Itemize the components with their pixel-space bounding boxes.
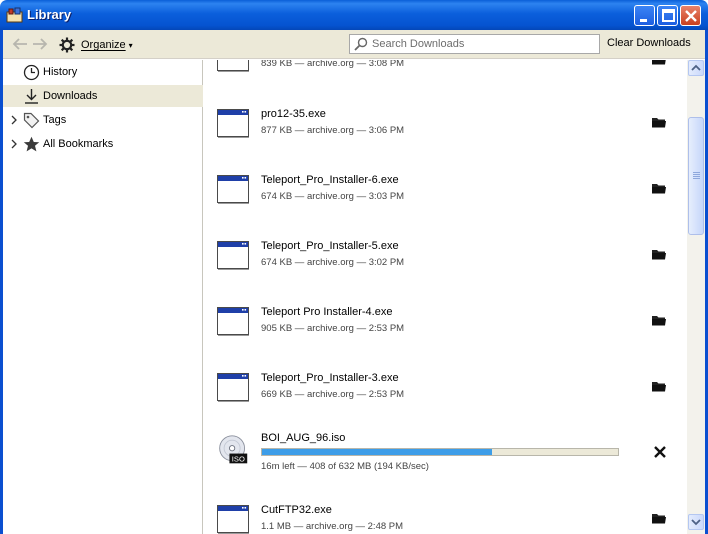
executable-file-icon xyxy=(217,307,249,336)
download-status: 16m left — 408 of 632 MB (194 KB/sec) xyxy=(261,461,429,472)
download-status: 669 KB — archive.org — 2:53 PM xyxy=(261,389,405,400)
search-icon xyxy=(354,37,368,51)
scrollbar-thumb[interactable] xyxy=(688,117,704,235)
sidebar-item-label: Tags xyxy=(43,114,67,126)
title-bar: Library xyxy=(0,0,708,30)
download-arrow-icon xyxy=(25,89,38,104)
forward-arrow-icon[interactable] xyxy=(31,36,49,52)
download-filename: Teleport_Pro_Installer-5.exe xyxy=(261,240,399,252)
sidebar-item-history[interactable]: History xyxy=(3,61,203,83)
expand-chevron-icon[interactable] xyxy=(10,138,18,150)
list-item[interactable]: pro12-35.exe 877 KB — archive.org — 3:06… xyxy=(204,92,687,158)
download-filename: Teleport_Pro_Installer-6.exe xyxy=(261,174,399,186)
executable-file-icon xyxy=(217,175,249,204)
download-filename: BOI_AUG_96.iso xyxy=(261,432,346,444)
download-status: 674 KB — archive.org — 3:03 PM xyxy=(261,191,405,202)
list-item[interactable]: Teleport_Pro_Installer-3.exe 669 KB — ar… xyxy=(204,356,687,422)
list-item[interactable]: Teleport_Pro_Installer-6.exe 674 KB — ar… xyxy=(204,158,687,224)
scroll-down-button[interactable] xyxy=(688,514,704,530)
clear-downloads-button[interactable]: Clear Downloads xyxy=(607,37,691,49)
organize-menu-button[interactable]: Organize ▾ xyxy=(59,35,133,55)
sidebar-item-tags[interactable]: Tags xyxy=(3,109,203,131)
download-filename: Teleport_Pro_Installer-3.exe xyxy=(261,372,399,384)
minimize-button[interactable] xyxy=(634,5,655,26)
open-folder-icon[interactable] xyxy=(651,115,667,129)
maximize-icon xyxy=(662,9,675,22)
download-filename: pro12-35.exe xyxy=(261,108,326,120)
iso-badge-label: ISO xyxy=(232,455,245,464)
open-folder-icon[interactable] xyxy=(651,313,667,327)
organize-label: Organize xyxy=(81,39,126,51)
open-folder-icon[interactable] xyxy=(651,247,667,261)
sidebar-item-label: History xyxy=(43,66,78,78)
chevron-up-icon xyxy=(691,64,701,71)
close-window-button[interactable] xyxy=(680,5,701,26)
scroll-up-button[interactable] xyxy=(688,60,704,76)
downloads-list: 839 KB — archive.org — 3:08 PM pro12-35.… xyxy=(204,60,687,534)
library-app-icon xyxy=(6,7,23,23)
download-filename: Teleport Pro Installer-4.exe xyxy=(261,306,393,318)
chevron-down-icon xyxy=(691,519,701,526)
minimize-icon xyxy=(640,19,647,22)
gear-icon xyxy=(59,37,75,53)
sidebar-item-label: Downloads xyxy=(43,90,98,102)
download-status: 839 KB — archive.org — 3:08 PM xyxy=(261,60,405,69)
search-box[interactable] xyxy=(349,34,600,54)
executable-file-icon xyxy=(217,373,249,402)
tag-icon xyxy=(23,112,40,129)
download-status: 1.1 MB — archive.org — 2:48 PM xyxy=(261,521,404,532)
list-item[interactable]: CutFTP32.exe 1.1 MB — archive.org — 2:48… xyxy=(204,488,687,534)
sidebar-item-label: All Bookmarks xyxy=(43,138,114,150)
star-icon xyxy=(23,136,40,152)
executable-file-icon xyxy=(217,241,249,270)
progress-fill xyxy=(262,449,492,455)
download-status: 674 KB — archive.org — 3:02 PM xyxy=(261,257,405,268)
list-item[interactable]: Teleport_Pro_Installer-5.exe 674 KB — ar… xyxy=(204,224,687,290)
executable-file-icon xyxy=(217,60,249,72)
executable-file-icon xyxy=(217,505,249,534)
list-item[interactable]: Teleport Pro Installer-4.exe 905 KB — ar… xyxy=(204,290,687,356)
list-item-active-download[interactable]: ISO BOI_AUG_96.iso 16m left — 408 of 632… xyxy=(204,422,687,488)
maximize-button[interactable] xyxy=(657,5,678,26)
sidebar: History Downloads Tags All Bookmarks xyxy=(3,60,203,534)
close-icon xyxy=(685,10,697,22)
clock-icon xyxy=(23,64,40,81)
vertical-scrollbar[interactable] xyxy=(687,60,705,534)
list-item[interactable]: 839 KB — archive.org — 3:08 PM xyxy=(204,60,687,92)
open-folder-icon[interactable] xyxy=(651,511,667,525)
executable-file-icon xyxy=(217,109,249,138)
dropdown-caret-icon: ▾ xyxy=(128,40,133,50)
back-arrow-icon[interactable] xyxy=(11,36,29,52)
download-filename: CutFTP32.exe xyxy=(261,504,332,516)
sidebar-item-all-bookmarks[interactable]: All Bookmarks xyxy=(3,133,203,155)
expand-chevron-icon[interactable] xyxy=(10,114,18,126)
cancel-download-icon[interactable] xyxy=(653,445,667,459)
download-progress-bar xyxy=(261,448,619,456)
sidebar-item-downloads[interactable]: Downloads xyxy=(3,85,203,107)
disc-image-icon: ISO xyxy=(219,435,248,464)
open-folder-icon[interactable] xyxy=(651,379,667,393)
window-title: Library xyxy=(27,7,72,22)
search-input[interactable] xyxy=(372,38,592,50)
download-status: 905 KB — archive.org — 2:53 PM xyxy=(261,323,405,334)
toolbar: Organize ▾ Clear Downloads xyxy=(3,30,705,59)
download-status: 877 KB — archive.org — 3:06 PM xyxy=(261,125,405,136)
scrollbar-grip xyxy=(693,172,700,180)
open-folder-icon[interactable] xyxy=(651,181,667,195)
open-folder-icon[interactable] xyxy=(651,60,667,66)
